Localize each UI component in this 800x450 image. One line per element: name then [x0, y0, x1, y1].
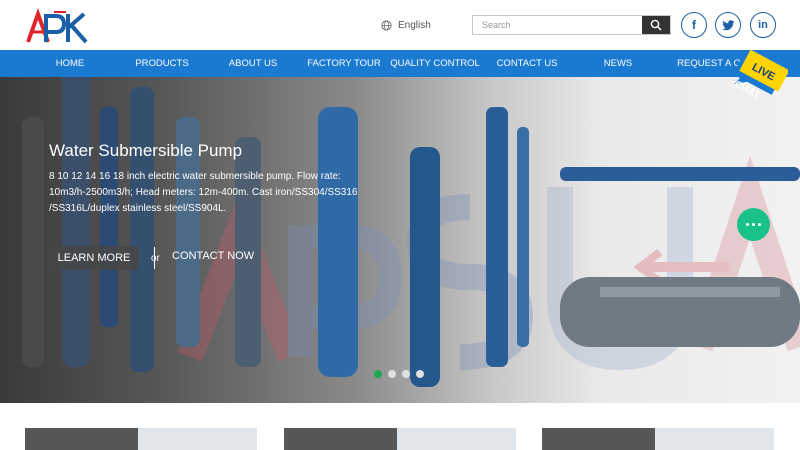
contact-now-button[interactable]: CONTACT NOW [172, 250, 254, 262]
hero-banner: Water Submersible Pump 8 10 12 14 16 18 … [0, 77, 800, 403]
nav-item-news[interactable]: NEWS [604, 50, 633, 77]
twitter-icon[interactable] [715, 12, 741, 38]
page: English f in HOME PRODUCTS ABOUT US FACT… [0, 0, 800, 450]
learn-more-button[interactable]: LEARN MORE [49, 246, 139, 270]
nav-item-factory-tour[interactable]: FACTORY TOUR [307, 50, 381, 77]
hero-background-image [22, 77, 800, 387]
slide-dot-2[interactable] [388, 370, 396, 378]
live-chat-badge[interactable]: LIVE CHAT [728, 46, 788, 102]
slide-dot-1[interactable] [374, 370, 382, 378]
search-input[interactable] [473, 16, 642, 34]
main-nav: HOME PRODUCTS ABOUT US FACTORY TOUR QUAL… [0, 50, 800, 77]
card-body [655, 428, 774, 450]
hero-title: Water Submersible Pump [49, 141, 243, 160]
facebook-icon[interactable]: f [681, 12, 707, 38]
slide-dot-3[interactable] [402, 370, 410, 378]
nav-item-about-us[interactable]: ABOUT US [229, 50, 277, 77]
company-logo[interactable] [24, 8, 90, 44]
globe-icon [381, 19, 392, 31]
ellipsis-dot [758, 223, 761, 226]
twitter-bird-icon [721, 19, 734, 30]
card-body [138, 428, 257, 450]
feature-card[interactable] [284, 428, 516, 450]
card-image [25, 428, 138, 450]
feature-card[interactable] [25, 428, 257, 450]
language-label: English [398, 19, 431, 31]
feature-cards [0, 403, 800, 450]
search-icon [650, 19, 662, 31]
card-body [397, 428, 516, 450]
slide-dot-4[interactable] [416, 370, 424, 378]
nav-item-contact-us[interactable]: CONTACT US [497, 50, 558, 77]
ellipsis-icon [746, 223, 749, 226]
slider-pagination [374, 370, 424, 378]
feature-card[interactable] [542, 428, 774, 450]
or-separator: or [151, 253, 160, 264]
chat-bubble-button[interactable] [737, 208, 770, 241]
hero-description: 8 10 12 14 16 18 inch electric water sub… [49, 171, 358, 214]
site-header: English f in [0, 0, 800, 50]
linkedin-icon[interactable]: in [750, 12, 776, 38]
card-image [284, 428, 397, 450]
search-box [472, 15, 671, 35]
card-image [542, 428, 655, 450]
search-button[interactable] [642, 16, 670, 34]
nav-item-quality-control[interactable]: QUALITY CONTROL [390, 50, 480, 77]
ellipsis-dot [752, 223, 755, 226]
nav-item-home[interactable]: HOME [56, 50, 85, 77]
language-selector[interactable]: English [381, 17, 431, 33]
nav-item-products[interactable]: PRODUCTS [135, 50, 188, 77]
